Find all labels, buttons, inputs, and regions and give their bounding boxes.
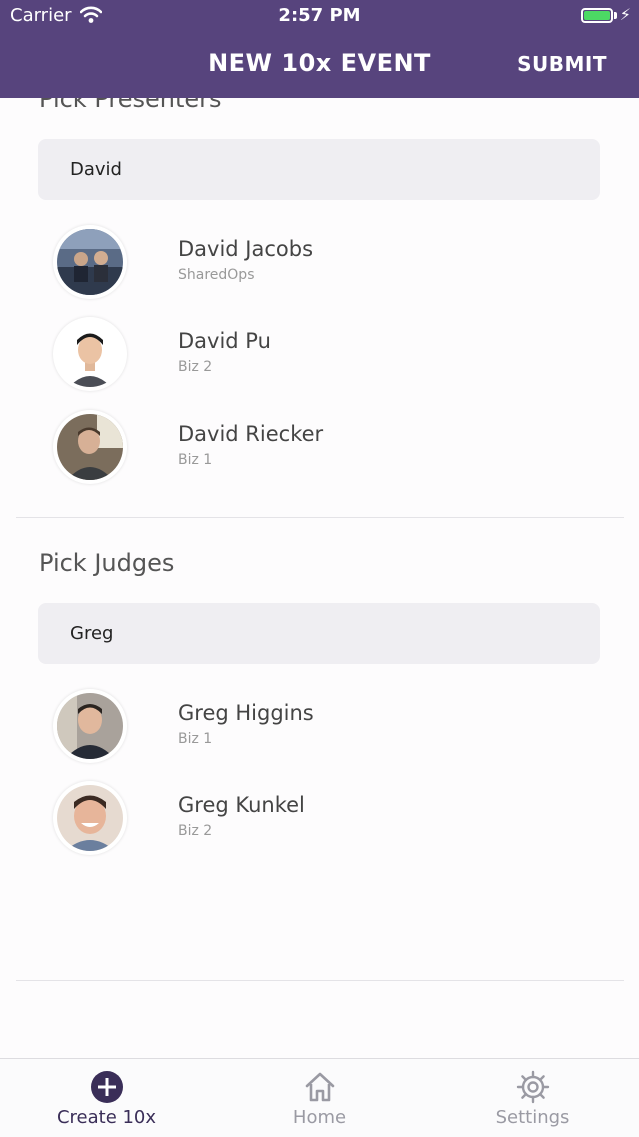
content-scroll-area[interactable]: Pick Presenters David David Jacobs Share… bbox=[0, 98, 639, 1058]
tab-label: Settings bbox=[495, 1107, 570, 1128]
submit-button[interactable]: SUBMIT bbox=[517, 52, 607, 76]
section-divider bbox=[16, 517, 624, 518]
tab-settings[interactable]: Settings bbox=[426, 1059, 639, 1137]
gear-icon bbox=[516, 1070, 550, 1104]
avatar bbox=[53, 410, 127, 484]
avatar bbox=[53, 689, 127, 763]
presenter-result-david-riecker[interactable]: David Riecker Biz 1 bbox=[0, 410, 639, 502]
presenter-team: SharedOps bbox=[178, 267, 255, 283]
presenter-result-david-pu[interactable]: David Pu Biz 2 bbox=[0, 317, 639, 409]
battery-tip bbox=[614, 12, 617, 19]
presenter-team: Biz 2 bbox=[178, 359, 213, 375]
presenter-name: David Pu bbox=[178, 329, 271, 353]
judge-team: Biz 2 bbox=[178, 823, 213, 839]
avatar bbox=[53, 781, 127, 855]
tab-home[interactable]: Home bbox=[213, 1059, 426, 1137]
presenters-section-title: Pick Presenters bbox=[39, 98, 222, 113]
presenter-name: David Jacobs bbox=[178, 237, 314, 261]
avatar bbox=[53, 317, 127, 391]
battery-icon bbox=[581, 8, 613, 23]
judge-team: Biz 1 bbox=[178, 731, 213, 747]
presenter-search-input[interactable]: David bbox=[38, 139, 600, 200]
plus-circle-icon bbox=[90, 1070, 124, 1104]
judge-result-greg-kunkel[interactable]: Greg Kunkel Biz 2 bbox=[0, 781, 639, 873]
judges-section-title: Pick Judges bbox=[39, 549, 175, 577]
presenter-name: David Riecker bbox=[178, 422, 324, 446]
section-divider bbox=[16, 980, 624, 981]
tab-label: Home bbox=[292, 1107, 347, 1128]
judge-name: Greg Higgins bbox=[178, 701, 314, 725]
status-time: 2:57 PM bbox=[278, 5, 361, 26]
tab-bar: Create 10x Home Settings bbox=[0, 1058, 639, 1137]
judge-search-input[interactable]: Greg bbox=[38, 603, 600, 664]
judge-result-greg-higgins[interactable]: Greg Higgins Biz 1 bbox=[0, 689, 639, 781]
tab-create-10x[interactable]: Create 10x bbox=[0, 1059, 213, 1137]
home-icon bbox=[303, 1070, 337, 1104]
nav-bar: NEW 10x EVENT SUBMIT bbox=[0, 34, 639, 98]
presenter-result-david-jacobs[interactable]: David Jacobs SharedOps bbox=[0, 225, 639, 317]
charging-icon: ⚡ bbox=[619, 5, 631, 24]
tab-label: Create 10x bbox=[56, 1107, 157, 1128]
judge-name: Greg Kunkel bbox=[178, 793, 305, 817]
status-bar: Carrier 2:57 PM ⚡ bbox=[0, 0, 639, 34]
presenter-team: Biz 1 bbox=[178, 452, 213, 468]
avatar bbox=[53, 225, 127, 299]
